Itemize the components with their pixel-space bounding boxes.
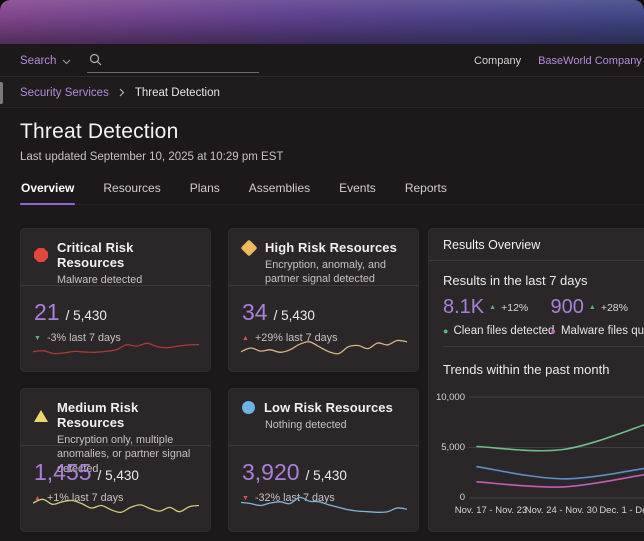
results-overview-panel: Results Overview Results in the last 7 d… xyxy=(428,228,644,532)
y-tick: 10,000 xyxy=(435,392,465,403)
x-tick: Dec. 1 - Dec. 7 xyxy=(599,505,644,516)
y-tick: 5,000 xyxy=(441,442,465,453)
search-scope-dropdown[interactable]: Search xyxy=(20,44,260,77)
y-tick: 0 xyxy=(459,492,465,503)
x-axis-labels: Nov. 17 - Nov. 23 Nov. 24 - Nov. 30 Dec.… xyxy=(429,505,644,519)
medium-risk-card: Medium Risk Resources Encryption only, m… xyxy=(20,388,211,532)
critical-risk-card: Critical Risk Resources Malware detected… xyxy=(20,228,211,372)
company-label: Company xyxy=(474,54,522,67)
stat-value: 3,920 xyxy=(242,459,300,485)
utility-right-group: Company BaseWorld Company Come xyxy=(474,44,644,77)
sparkline-chart xyxy=(33,342,199,355)
stat-value: 1,455 xyxy=(34,459,92,485)
delta-text: +12% xyxy=(501,301,529,314)
results-period-title: Results in the last 7 days xyxy=(443,273,588,288)
divider xyxy=(443,346,644,347)
x-tick: Nov. 17 - Nov. 23 xyxy=(454,505,528,516)
low-risk-card: Low Risk Resources Nothing detected 3,92… xyxy=(228,388,419,532)
page-head: Threat Detection Last updated September … xyxy=(20,120,283,163)
breadcrumb-current: Threat Detection xyxy=(134,86,220,99)
sparkline-chart xyxy=(241,496,407,513)
utility-bar: Search Company BaseWorld Company Come xyxy=(0,44,644,77)
chevron-right-icon xyxy=(119,84,125,102)
legend-label: Malware files quarantined xyxy=(560,325,644,337)
card-subtitle: Nothing detected xyxy=(265,419,347,431)
page-title: Threat Detection xyxy=(20,120,179,143)
x-tick: Nov. 24 - Nov. 30 xyxy=(524,505,598,516)
tab-resources[interactable]: Resources xyxy=(102,177,161,204)
card-title: High Risk Resources xyxy=(265,240,397,255)
sparkline-chart xyxy=(241,339,407,355)
company-selector-value: BaseWorld Company xyxy=(538,54,642,67)
malware-files-stat: 900 ▲ +28% ● Malware files quarantined xyxy=(551,296,644,337)
sparkline-chart xyxy=(33,498,199,514)
risk-cards-grid: Critical Risk Resources Malware detected… xyxy=(20,228,419,532)
app-window: Search Company BaseWorld Company Come xyxy=(0,0,644,541)
search-input[interactable] xyxy=(106,50,247,70)
high-risk-card: High Risk Resources Encryption, anomaly,… xyxy=(228,228,419,372)
search-field[interactable] xyxy=(87,49,260,73)
tab-assemblies[interactable]: Assemblies xyxy=(248,177,311,204)
stat-total: / 5,430 xyxy=(305,468,347,483)
tab-bar: Overview Resources Plans Assemblies Even… xyxy=(20,177,644,205)
results-stats-row: 8.1K ▲ +12% ● Clean files detected 900 ▲… xyxy=(443,296,644,337)
chevron-down-icon xyxy=(62,52,71,70)
stat-value: 34 xyxy=(242,299,268,325)
search-icon xyxy=(90,53,102,65)
left-edge-handle[interactable] xyxy=(0,82,3,104)
tab-overview[interactable]: Overview xyxy=(20,177,76,205)
card-title: Low Risk Resources xyxy=(264,400,393,415)
tab-events[interactable]: Events xyxy=(338,177,377,204)
company-selector[interactable]: BaseWorld Company xyxy=(538,55,644,67)
tab-reports[interactable]: Reports xyxy=(404,177,448,204)
stat-value: 8.1K xyxy=(443,296,485,318)
stat-total: / 5,430 xyxy=(273,308,315,323)
trends-line-chart xyxy=(469,396,644,499)
stat-value: 21 xyxy=(34,299,60,325)
legend-label: Clean files detected xyxy=(453,325,555,337)
card-subtitle: Encryption, anomaly, and partner signal … xyxy=(265,259,387,286)
card-title: Critical Risk Resources xyxy=(57,240,134,270)
card-title: Medium Risk Resources xyxy=(57,400,139,430)
stat-total: / 5,430 xyxy=(97,468,139,483)
circle-icon xyxy=(242,401,255,414)
header-gradient-band xyxy=(0,0,644,44)
clean-files-stat: 8.1K ▲ +12% ● Clean files detected xyxy=(443,296,555,337)
octagon-icon xyxy=(34,248,48,262)
tab-plans[interactable]: Plans xyxy=(189,177,221,204)
delta-text: +28% xyxy=(600,301,628,314)
triangle-icon xyxy=(34,410,48,422)
stat-value: 900 xyxy=(550,296,584,318)
legend-dot-icon: ● xyxy=(443,325,449,336)
diamond-icon xyxy=(240,239,258,256)
last-updated-text: Last updated September 10, 2025 at 10:29… xyxy=(20,151,284,163)
breadcrumb-parent-link[interactable]: Security Services xyxy=(20,87,109,99)
breadcrumb: Security Services Threat Detection xyxy=(0,78,644,108)
trends-title: Trends within the past month xyxy=(443,362,610,377)
stat-total: / 5,430 xyxy=(65,308,107,323)
legend-dot-icon: ● xyxy=(550,325,556,336)
search-scope-label: Search xyxy=(20,54,57,67)
trend-arrow-icon: ▲ xyxy=(588,304,596,311)
trend-arrow-icon: ▲ xyxy=(489,304,497,311)
panel-title: Results Overview xyxy=(443,237,541,252)
